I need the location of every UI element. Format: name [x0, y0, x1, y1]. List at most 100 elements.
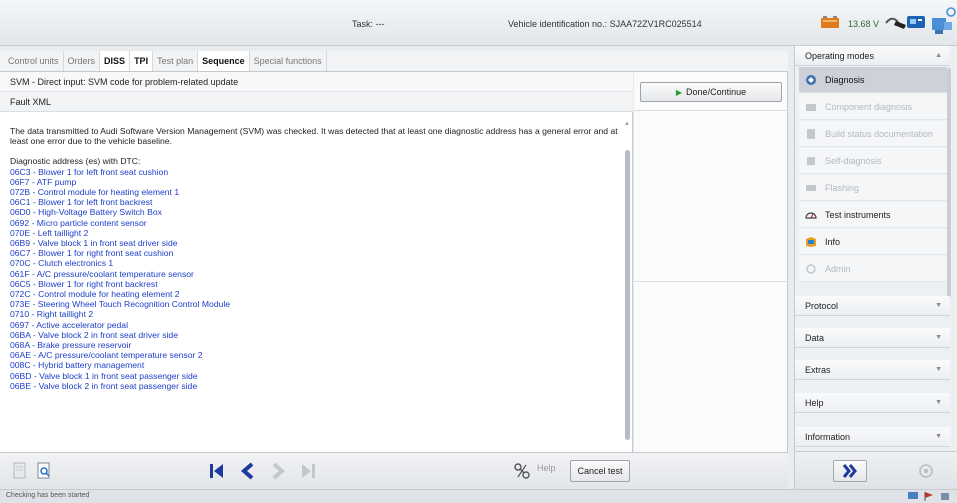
chevron-down-icon: ▼ — [935, 366, 942, 373]
vin-label: Vehicle identification no.: SJAA72ZV1RC0… — [508, 19, 702, 29]
mode-label: Diagnosis — [825, 74, 865, 85]
previous-page-icon[interactable] — [238, 461, 258, 481]
self-diagnosis-icon — [805, 155, 817, 167]
dtc-list-item: 06B9 - Valve block 1 in front seat drive… — [10, 238, 178, 249]
last-page-icon[interactable] — [298, 461, 318, 481]
dtc-list-item: 06D0 - High-Voltage Battery Switch Box — [10, 207, 162, 218]
dtc-heading: Diagnostic address (es) with DTC: — [10, 156, 141, 167]
dtc-list-item: 068A - Brake pressure reservoir — [10, 340, 132, 351]
document-search-icon[interactable] — [34, 461, 54, 481]
tab-tpi[interactable]: TPI — [130, 51, 154, 71]
message-scrollbar[interactable]: ▲ — [623, 120, 631, 452]
tab-orders[interactable]: Orders — [64, 51, 101, 71]
operating-modes-header[interactable]: Operating modes ▲ — [795, 46, 950, 66]
scroll-thumb[interactable] — [625, 150, 630, 440]
voltage-readout: 13.68 V — [848, 19, 880, 29]
mode-self-diagnosis[interactable]: Self-diagnosis — [799, 148, 947, 174]
test-instruments-icon — [805, 209, 817, 221]
section-information[interactable]: Information ▼ — [795, 427, 950, 447]
message-intro: The data transmitted to Audi Software Ve… — [10, 126, 618, 147]
mode-label: Build status documentation — [825, 128, 934, 139]
section-label: Information — [805, 431, 851, 442]
mode-admin[interactable]: Admin — [799, 256, 947, 282]
mode-label: Info — [825, 236, 841, 247]
status-icons — [907, 491, 951, 502]
dtc-list: 06C3 - Blower 1 for left front seat cush… — [10, 167, 620, 391]
dtc-list-item: 0697 - Active accelerator pedal — [10, 319, 128, 330]
forward-button[interactable] — [833, 460, 867, 482]
dtc-list-item: 06AE - A/C pressure/coolant temperature … — [10, 350, 203, 361]
tab-control-units[interactable]: Control units — [4, 51, 64, 71]
status-bar: Checking has been started — [0, 489, 957, 503]
chevron-down-icon: ▼ — [935, 399, 942, 406]
done-continue-label: Done/Continue — [686, 87, 747, 97]
monitor-icon — [908, 492, 918, 499]
mode-flashing[interactable]: Flashing — [799, 175, 947, 201]
section-help[interactable]: Help ▼ — [795, 393, 950, 413]
flag-icon — [924, 492, 933, 501]
tab-diss[interactable]: DISS — [100, 51, 131, 71]
play-icon: ▶ — [675, 87, 683, 97]
document-icon[interactable] — [10, 461, 30, 481]
action-panel: ▶ Done/Continue — [634, 72, 788, 452]
help-button[interactable]: Help — [537, 463, 556, 473]
mode-label: Flashing — [825, 182, 860, 193]
tab-test-plan[interactable]: Test plan — [153, 51, 199, 71]
task-label: Task: --- — [352, 19, 385, 29]
bottom-toolbar: Help Cancel test — [0, 452, 788, 489]
battery-icon — [821, 16, 839, 28]
dtc-list-item: 06BA - Valve block 2 in front seat drive… — [10, 329, 178, 340]
top-bar: Task: --- Vehicle identification no.: SJ… — [0, 0, 957, 46]
stop-button[interactable] — [917, 462, 935, 480]
dtc-list-item: 070C - Clutch electronics 1 — [10, 258, 114, 269]
mode-build-status-documentation[interactable]: Build status documentation — [799, 121, 947, 147]
diagnosis-icon — [805, 74, 817, 86]
step-title: SVM - Direct input: SVM code for problem… — [0, 72, 633, 92]
documentation-icon — [805, 128, 817, 140]
cancel-test-button[interactable]: Cancel test — [570, 460, 630, 482]
dtc-list-item: 070E - Left taillight 2 — [10, 227, 89, 238]
tab-special-functions[interactable]: Special functions — [250, 51, 327, 71]
mode-label: Test instruments — [825, 209, 891, 220]
operating-modes-panel: Operating modes ▲ Diagnosis Component di… — [794, 46, 957, 489]
section-label: Protocol — [805, 300, 839, 311]
modes-scrollbar[interactable] — [947, 68, 951, 298]
mode-label: Self-diagnosis — [825, 155, 882, 166]
scroll-up-arrow-icon[interactable]: ▲ — [623, 120, 631, 128]
divider — [634, 281, 788, 282]
operating-modes-label: Operating modes — [805, 50, 875, 61]
section-label: Data — [805, 332, 825, 343]
section-data[interactable]: Data ▼ — [795, 328, 950, 348]
admin-icon — [805, 263, 817, 275]
chevron-up-icon: ▲ — [935, 52, 942, 59]
section-protocol[interactable]: Protocol ▼ — [795, 296, 950, 316]
next-page-icon[interactable] — [268, 461, 288, 481]
chevron-down-icon: ▼ — [935, 433, 942, 440]
dtc-list-item: 072B - Control module for heating elemen… — [10, 187, 180, 198]
step-subtitle: Fault XML — [0, 92, 633, 112]
done-continue-button[interactable]: ▶ Done/Continue — [640, 82, 782, 102]
chevron-down-icon: ▼ — [935, 302, 942, 309]
network-status-icon[interactable] — [930, 6, 956, 36]
mode-label: Admin — [825, 263, 851, 274]
dtc-list-item: 06C3 - Blower 1 for left front seat cush… — [10, 166, 169, 177]
dtc-list-item: 072C - Control module for heating elemen… — [10, 289, 180, 300]
chevron-down-icon: ▼ — [935, 334, 942, 341]
section-extras[interactable]: Extras ▼ — [795, 360, 950, 380]
tab-sequence[interactable]: Sequence — [198, 51, 250, 71]
mode-info[interactable]: Info — [799, 229, 947, 255]
component-icon — [805, 101, 817, 113]
mode-diagnosis[interactable]: Diagnosis — [799, 67, 947, 93]
first-page-icon[interactable] — [207, 461, 227, 481]
connection-icon[interactable] — [512, 461, 532, 481]
dtc-list-item: 06C7 - Blower 1 for right front seat cus… — [10, 248, 174, 259]
mode-test-instruments[interactable]: Test instruments — [799, 202, 947, 228]
info-icon — [805, 236, 817, 248]
double-chevron-right-icon — [842, 464, 857, 478]
right-panel-footer — [795, 451, 957, 489]
dtc-list-item: 06BD - Valve block 1 in front seat passe… — [10, 370, 198, 381]
message-content: The data transmitted to Audi Software Ve… — [10, 126, 620, 391]
dtc-list-item: 06F7 - ATF pump — [10, 176, 77, 187]
dtc-list-item: 06C5 - Blower 1 for right front backrest — [10, 278, 158, 289]
mode-component-diagnosis[interactable]: Component diagnosis — [799, 94, 947, 120]
